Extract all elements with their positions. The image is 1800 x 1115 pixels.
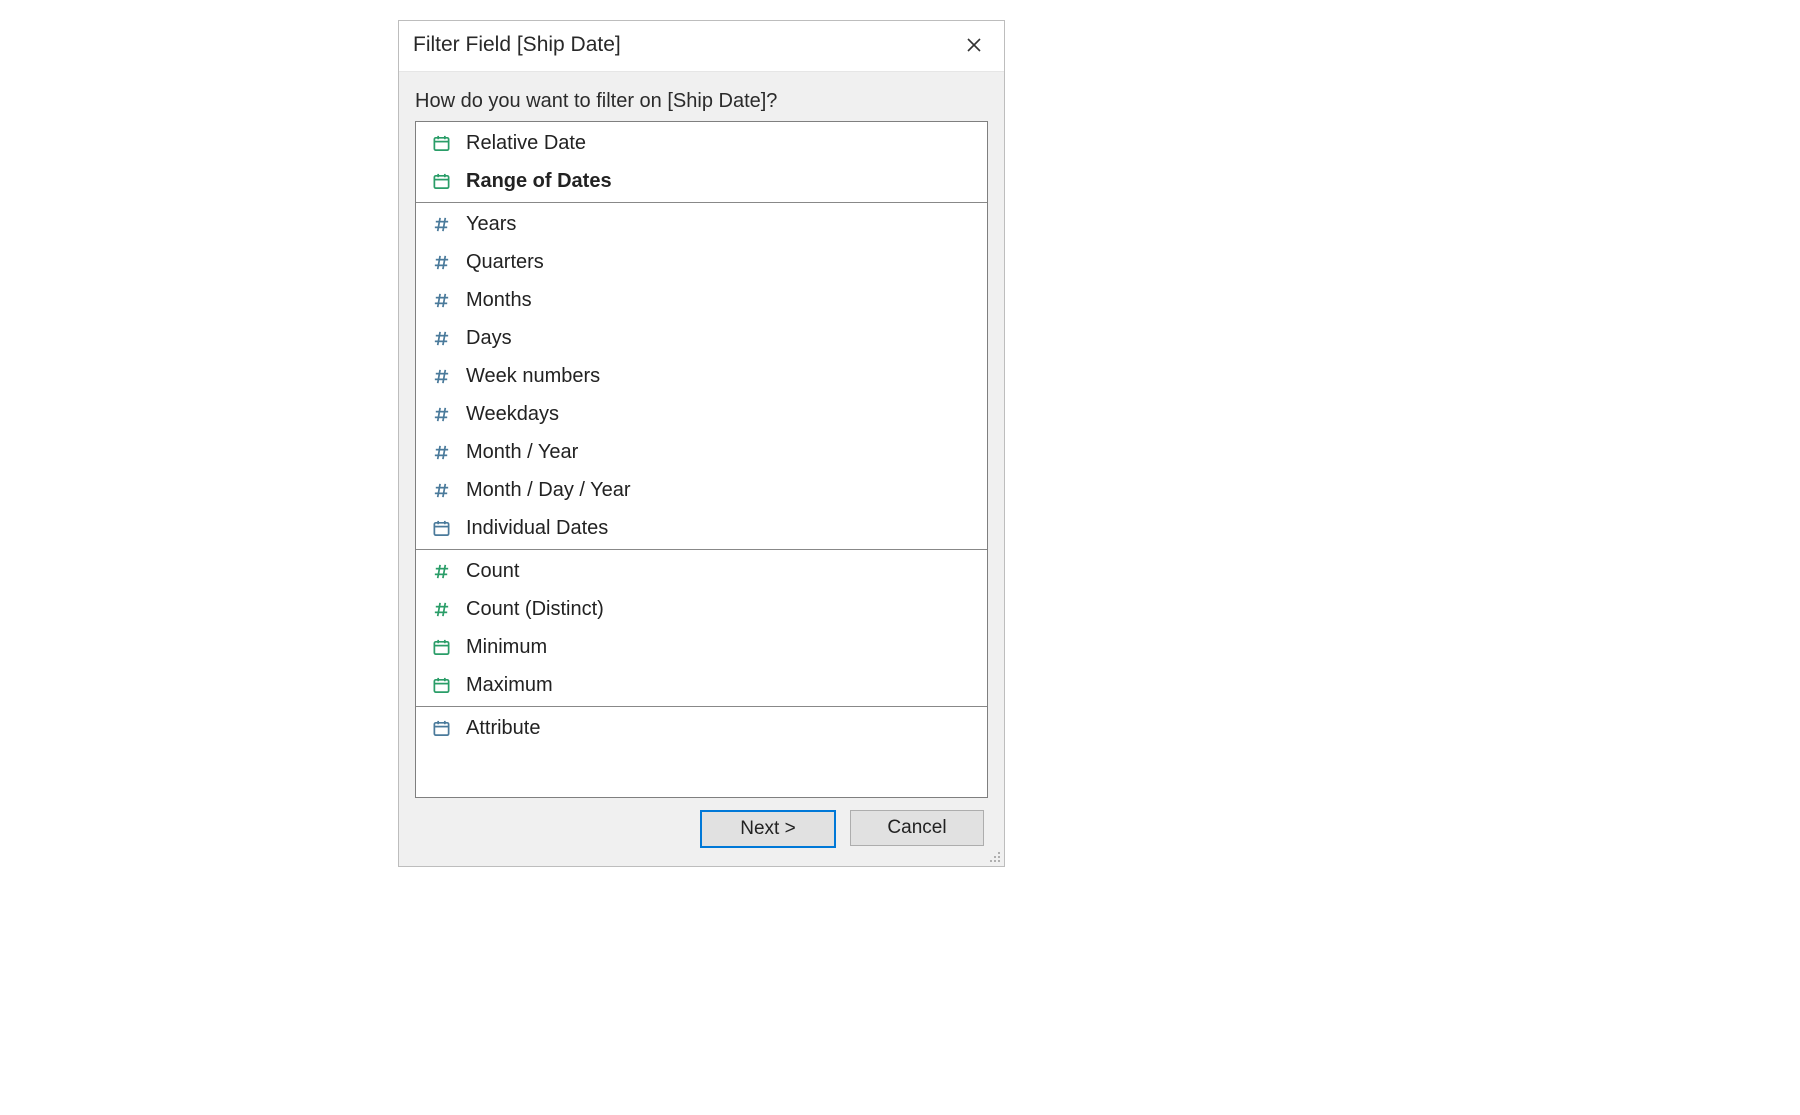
filter-option[interactable]: Week numbers bbox=[416, 357, 987, 395]
option-group: Years Quarters Months Days Week numbers Weekd… bbox=[416, 203, 987, 550]
filter-option-label: Count (Distinct) bbox=[466, 594, 604, 624]
option-group: Attribute bbox=[416, 707, 987, 797]
filter-option-label: Years bbox=[466, 209, 516, 239]
hash-blue-icon bbox=[430, 441, 452, 463]
filter-option[interactable]: Month / Day / Year bbox=[416, 471, 987, 509]
dialog-title: Filter Field [Ship Date] bbox=[413, 33, 621, 57]
filter-option-label: Quarters bbox=[466, 247, 544, 277]
dialog-body: How do you want to filter on [Ship Date]… bbox=[399, 72, 1004, 866]
prompt-text: How do you want to filter on [Ship Date]… bbox=[415, 90, 988, 113]
filter-option-label: Range of Dates bbox=[466, 166, 612, 196]
filter-option-label: Individual Dates bbox=[466, 513, 608, 543]
filter-option[interactable]: Years bbox=[416, 205, 987, 243]
next-button[interactable]: Next > bbox=[700, 810, 836, 848]
filter-option[interactable]: Individual Dates bbox=[416, 509, 987, 547]
filter-option[interactable]: Maximum bbox=[416, 666, 987, 704]
filter-option[interactable]: Attribute bbox=[416, 709, 987, 747]
filter-option-label: Attribute bbox=[466, 713, 540, 743]
calendar-blue-icon bbox=[430, 517, 452, 539]
filter-option[interactable]: Month / Year bbox=[416, 433, 987, 471]
filter-field-dialog: Filter Field [Ship Date] How do you want… bbox=[398, 20, 1005, 867]
calendar-green-icon bbox=[430, 674, 452, 696]
dialog-buttons: Next > Cancel bbox=[413, 800, 990, 856]
hash-blue-icon bbox=[430, 289, 452, 311]
filter-option-label: Month / Day / Year bbox=[466, 475, 631, 505]
filter-option[interactable]: Relative Date bbox=[416, 124, 987, 162]
hash-green-icon bbox=[430, 560, 452, 582]
close-icon bbox=[966, 37, 982, 53]
calendar-green-icon bbox=[430, 132, 452, 154]
filter-option-label: Week numbers bbox=[466, 361, 600, 391]
calendar-blue-icon bbox=[430, 717, 452, 739]
hash-blue-icon bbox=[430, 327, 452, 349]
filter-option-label: Minimum bbox=[466, 632, 547, 662]
option-group: Relative Date Range of Dates bbox=[416, 122, 987, 203]
calendar-green-icon bbox=[430, 170, 452, 192]
filter-option[interactable]: Quarters bbox=[416, 243, 987, 281]
filter-option[interactable]: Weekdays bbox=[416, 395, 987, 433]
close-button[interactable] bbox=[954, 29, 994, 61]
filter-option[interactable]: Minimum bbox=[416, 628, 987, 666]
filter-option[interactable]: Days bbox=[416, 319, 987, 357]
hash-blue-icon bbox=[430, 251, 452, 273]
hash-blue-icon bbox=[430, 365, 452, 387]
filter-option-label: Months bbox=[466, 285, 532, 315]
filter-option[interactable]: Range of Dates bbox=[416, 162, 987, 200]
cancel-button[interactable]: Cancel bbox=[850, 810, 984, 846]
filter-option-label: Month / Year bbox=[466, 437, 578, 467]
titlebar: Filter Field [Ship Date] bbox=[399, 21, 1004, 72]
filter-option-label: Weekdays bbox=[466, 399, 559, 429]
filter-option-label: Count bbox=[466, 556, 519, 586]
filter-option-label: Relative Date bbox=[466, 128, 586, 158]
hash-blue-icon bbox=[430, 403, 452, 425]
option-group: Count Count (Distinct) Minimum Maximum bbox=[416, 550, 987, 707]
hash-blue-icon bbox=[430, 213, 452, 235]
filter-option-label: Maximum bbox=[466, 670, 553, 700]
resize-grip[interactable] bbox=[987, 849, 1001, 863]
filter-option[interactable]: Count (Distinct) bbox=[416, 590, 987, 628]
filter-options-list: Relative Date Range of Dates Years Quarters… bbox=[415, 121, 988, 798]
calendar-green-icon bbox=[430, 636, 452, 658]
filter-option[interactable]: Months bbox=[416, 281, 987, 319]
filter-option[interactable]: Count bbox=[416, 552, 987, 590]
hash-blue-icon bbox=[430, 479, 452, 501]
filter-option-label: Days bbox=[466, 323, 512, 353]
hash-green-icon bbox=[430, 598, 452, 620]
